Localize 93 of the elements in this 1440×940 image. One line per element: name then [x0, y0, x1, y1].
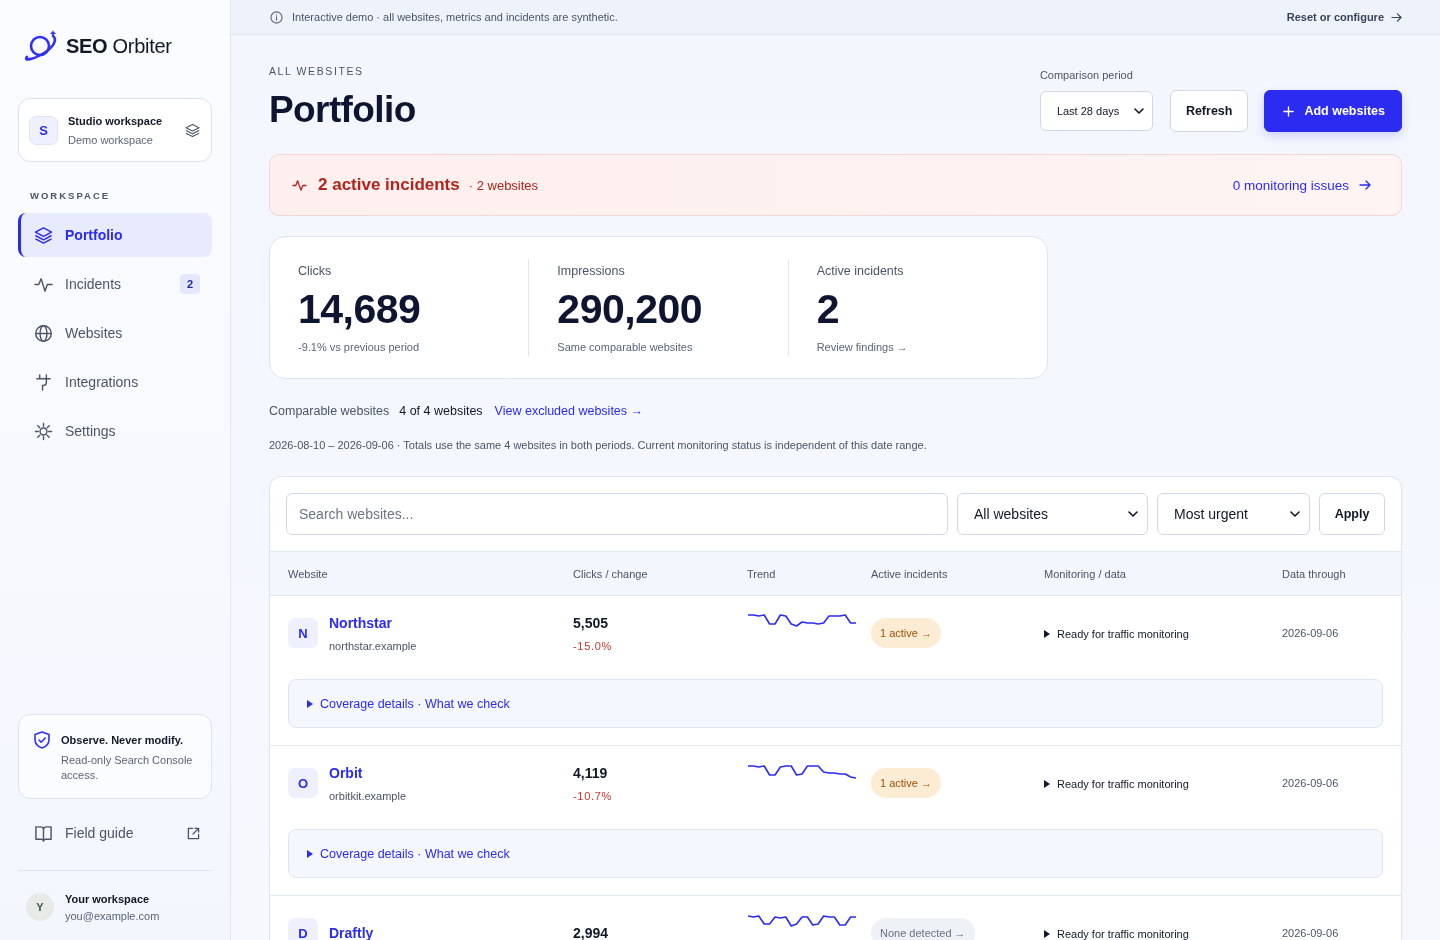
clicks-value: 4,119: [573, 764, 609, 781]
gear-icon: [34, 421, 53, 441]
shield-check-icon: [34, 731, 50, 749]
layers-icon: [185, 122, 200, 138]
chevron-down-icon: [1290, 511, 1300, 517]
clicks-change: -15.0%: [573, 639, 614, 652]
sort-dropdown[interactable]: Most urgent: [1157, 493, 1310, 535]
incident-badge[interactable]: None detected →: [871, 918, 975, 940]
planet-ring-icon: [22, 30, 58, 62]
excluded-websites-link[interactable]: View excluded websites →: [494, 404, 644, 418]
filter-dropdown[interactable]: All websites: [957, 493, 1148, 535]
coverage-details-toggle[interactable]: Coverage details · What we check: [307, 846, 510, 861]
comparable-label: Comparable websites: [269, 404, 390, 418]
count-badge: 2: [180, 274, 200, 294]
user-email: you@example.com: [65, 909, 160, 922]
monitoring-toggle[interactable]: Ready for traffic monitoring: [1044, 928, 1189, 940]
layers-icon: [34, 225, 53, 245]
arrow-right-icon: [1391, 11, 1402, 23]
stat-label: Impressions: [557, 263, 626, 279]
stat-value: 2: [816, 287, 840, 331]
page-title: Portfolio: [269, 88, 416, 132]
comparable-count: 4 of 4 websites: [399, 404, 483, 418]
stat-value: 14,689: [298, 287, 422, 331]
plus-icon: [1283, 105, 1295, 117]
data-through-date: 2026-09-06: [1282, 627, 1340, 639]
reset-configure-link[interactable]: Reset or configure: [1286, 11, 1402, 23]
monitoring-toggle[interactable]: Ready for traffic monitoring: [1044, 778, 1189, 790]
info-card-text: Read-only Search Console access.: [61, 753, 194, 783]
data-through-date: 2026-09-06: [1282, 777, 1340, 789]
user-name: Your workspace: [65, 892, 151, 905]
website-name-link[interactable]: Northstar: [329, 614, 392, 631]
site-avatar: N: [288, 618, 318, 648]
stat-label: Clicks: [298, 263, 333, 279]
stat-note: Same comparable websites: [557, 340, 694, 354]
info-icon: [270, 10, 283, 24]
field-guide-link[interactable]: Field guide: [18, 811, 212, 855]
sidebar-nav-item[interactable]: Portfolio: [18, 213, 212, 257]
page-eyebrow: ALL WEBSITES: [269, 64, 365, 78]
data-through-date: 2026-09-06: [1282, 927, 1340, 939]
clicks-value: 5,505: [573, 614, 610, 631]
pulse-icon: [292, 178, 307, 192]
incident-badge[interactable]: 1 active →: [871, 618, 941, 648]
stat-value: 290,200: [557, 287, 704, 331]
sidebar-nav-item[interactable]: Integrations: [18, 360, 212, 404]
date-range-note: 2026-08-10 – 2026-09-06 · Totals use the same 4 websites in both periods. Current monitoring status is independent of this date range.: [269, 438, 928, 453]
refresh-button[interactable]: Refresh: [1169, 90, 1249, 132]
info-card-title: Observe. Never modify.: [61, 734, 185, 746]
workspace-avatar: S: [29, 115, 58, 145]
search-field[interactable]: Search websites...: [286, 493, 948, 535]
external-link-icon: [187, 826, 200, 840]
sidebar-nav-item[interactable]: Settings: [18, 409, 212, 453]
period-dropdown[interactable]: Last 28 days: [1039, 91, 1153, 131]
period-label: Comparison period: [1039, 68, 1134, 82]
coverage-details-toggle[interactable]: Coverage details · What we check: [307, 696, 510, 711]
incident-badge[interactable]: 1 active →: [871, 768, 941, 798]
monitoring-toggle[interactable]: Ready for traffic monitoring: [1044, 628, 1189, 640]
sidebar-nav-item[interactable]: Websites: [18, 311, 212, 355]
sidebar-nav-item[interactable]: Incidents 2: [18, 262, 212, 306]
stat-label: Active incidents: [816, 263, 905, 279]
incident-websites: · 2 websites: [468, 177, 539, 193]
website-name-link[interactable]: Orbit: [329, 764, 363, 781]
arrow-right-icon: [1359, 179, 1371, 191]
book-icon: [34, 823, 53, 843]
column-header: Clicks / change: [573, 567, 649, 580]
chevron-down-icon: [1133, 108, 1144, 114]
section-label: WORKSPACE: [29, 190, 112, 201]
column-header: Active incidents: [871, 567, 949, 580]
column-header: Data through: [1282, 567, 1347, 580]
website-name-link[interactable]: Draftly: [329, 925, 374, 940]
workspace-subtitle: Demo workspace: [68, 133, 154, 146]
chevron-down-icon: [1128, 511, 1138, 517]
monitoring-issues-link[interactable]: 0 monitoring issues: [1232, 177, 1371, 193]
stat-note: -9.1% vs previous period: [298, 340, 421, 354]
column-header: Monitoring / data: [1044, 567, 1127, 580]
review-findings-link[interactable]: Review findings →: [816, 340, 908, 354]
app-logo-name: SEO Orbiter: [66, 34, 172, 58]
globe-icon: [34, 323, 53, 343]
workspace-name: Studio workspace: [68, 114, 164, 127]
column-header: Trend: [747, 567, 777, 580]
clicks-value: 2,994: [573, 925, 610, 940]
demo-notice: Interactive demo · all websites, metrics and incidents are synthetic.: [292, 11, 618, 23]
site-avatar: O: [288, 768, 318, 798]
column-header: Website: [288, 567, 329, 580]
add-websites-button[interactable]: Add websites: [1264, 90, 1402, 132]
user-avatar: Y: [26, 893, 54, 921]
site-avatar: D: [288, 918, 318, 940]
apply-button[interactable]: Apply: [1319, 493, 1385, 535]
clicks-change: -10.7%: [573, 789, 614, 802]
workspace-switcher[interactable]: S Studio workspace Demo workspace: [18, 98, 212, 162]
plug-icon: [34, 372, 53, 392]
incident-count: 2 active incidents: [318, 175, 460, 195]
website-domain: orbitkit.example: [329, 789, 407, 802]
website-domain: northstar.example: [329, 639, 417, 652]
